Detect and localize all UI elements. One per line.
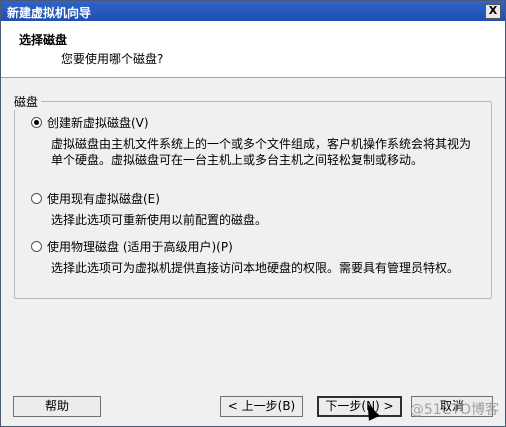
desc-line: 选择此选项可重新使用以前配置的磁盘。 [51, 213, 268, 227]
page-subtitle: 您要使用哪个磁盘? [61, 52, 164, 66]
option-create-new-disk-label[interactable]: 创建新虚拟磁盘(V) [47, 114, 149, 131]
watermark: @51CTO博客 [409, 402, 499, 418]
title-bar: 新建虚拟机向导 X [1, 1, 505, 21]
option-use-existing-disk-desc: 选择此选项可重新使用以前配置的磁盘。 [51, 212, 267, 228]
close-button[interactable]: X [485, 4, 501, 19]
wizard-window: 新建虚拟机向导 X 选择磁盘 您要使用哪个磁盘? 磁盘 创建新虚拟磁盘(V) 虚… [0, 0, 506, 427]
desc-line: 选择此选项可为虚拟机提供直接访问本地硬盘的权限。需要具有管理员特权。 [51, 261, 460, 275]
radio-use-existing-disk[interactable] [31, 193, 42, 204]
desc-line: 单个硬盘。虚拟磁盘可在一台主机上或多台主机之间轻松复制或移动。 [51, 153, 424, 167]
groupbox-legend: 磁盘 [11, 93, 42, 110]
radio-create-new-disk[interactable] [31, 117, 42, 128]
disk-groupbox: 磁盘 创建新虚拟磁盘(V) 虚拟磁盘由主机文件系统上的一个或多个文件组成，客户机… [11, 93, 492, 299]
next-button[interactable]: 下一步(N) > [317, 396, 402, 417]
option-use-existing-disk-label[interactable]: 使用现有虚拟磁盘(E) [47, 190, 160, 207]
back-button[interactable]: < 上一步(B) [220, 396, 303, 417]
option-use-physical-disk-label[interactable]: 使用物理磁盘 (适用于高级用户)(P) [47, 238, 233, 255]
help-button[interactable]: 帮助 [13, 396, 101, 417]
radio-use-physical-disk[interactable] [31, 241, 42, 252]
option-create-new-disk-desc: 虚拟磁盘由主机文件系统上的一个或多个文件组成，客户机操作系统会将其视为 单个硬盘… [51, 136, 471, 168]
page-title: 选择磁盘 [19, 33, 68, 47]
wizard-header: 选择磁盘 您要使用哪个磁盘? [1, 21, 505, 78]
option-use-physical-disk-desc: 选择此选项可为虚拟机提供直接访问本地硬盘的权限。需要具有管理员特权。 [51, 260, 459, 276]
window-title: 新建虚拟机向导 [7, 6, 92, 20]
desc-line: 虚拟磁盘由主机文件系统上的一个或多个文件组成，客户机操作系统会将其视为 [51, 137, 472, 151]
